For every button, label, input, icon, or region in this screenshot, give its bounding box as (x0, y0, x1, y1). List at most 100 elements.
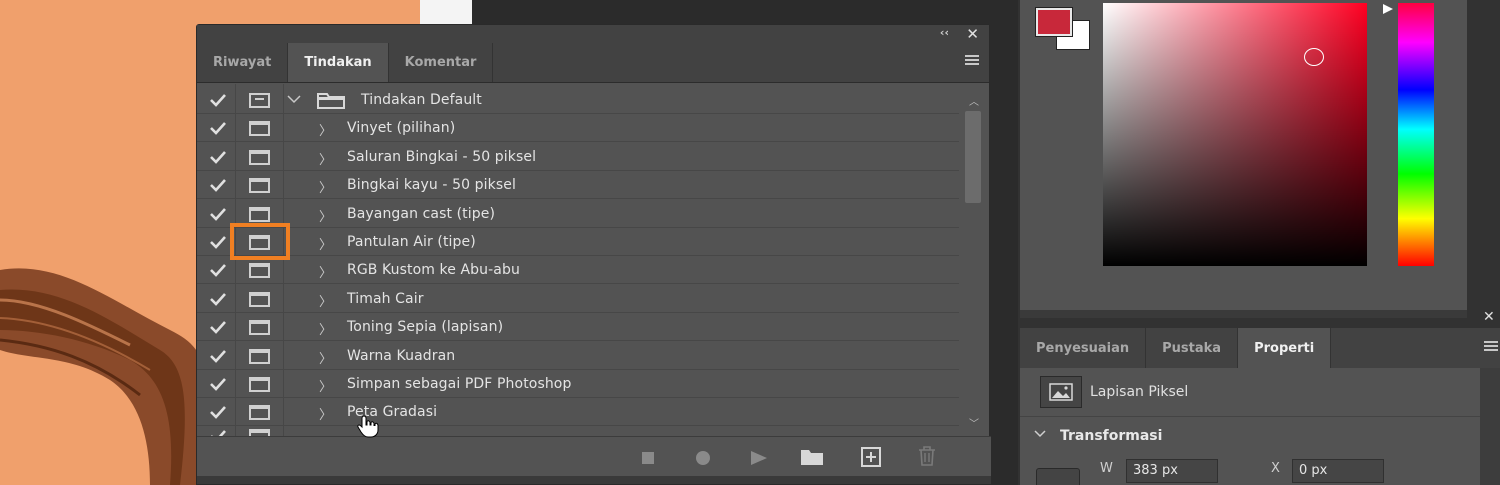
dialog-toggle-icon[interactable] (249, 263, 270, 279)
tab-penyesuaian[interactable]: Penyesuaian (1020, 328, 1147, 368)
chevron-down-icon[interactable] (287, 94, 301, 104)
panel-resize-grip[interactable] (197, 476, 991, 484)
scrollbar[interactable]: ︿ ﹀ (961, 87, 985, 437)
play-icon[interactable] (750, 450, 768, 466)
close-icon[interactable]: ✕ (966, 25, 979, 43)
action-row[interactable]: 〉 Toning Sepia (lapisan) (197, 313, 959, 342)
chevron-right-icon[interactable]: 〉 (319, 319, 332, 338)
stop-icon[interactable] (641, 451, 655, 465)
tab-pustaka[interactable]: Pustaka (1146, 328, 1239, 368)
scroll-thumb[interactable] (965, 111, 981, 203)
action-row[interactable]: 〉 Saluran Bingkai - 50 piksel (197, 143, 959, 171)
check-icon[interactable] (209, 148, 227, 166)
width-label: W (1100, 461, 1113, 476)
section-title[interactable]: Transformasi (1060, 428, 1162, 444)
foreground-color-swatch[interactable] (1036, 8, 1072, 36)
dialog-toggle-icon[interactable] (249, 93, 270, 108)
chevron-right-icon[interactable]: 〉 (319, 262, 332, 281)
panel-resize-grip[interactable] (1020, 310, 1467, 318)
color-picker-marker[interactable] (1304, 48, 1324, 66)
action-row[interactable]: 〉 RGB Kustom ke Abu-abu (197, 256, 959, 285)
new-set-folder-icon[interactable] (800, 448, 824, 466)
check-icon[interactable] (209, 290, 227, 308)
close-icon[interactable]: ✕ (1483, 309, 1495, 325)
panel-footer (197, 436, 991, 476)
chevron-right-icon[interactable]: 〉 (319, 120, 332, 139)
action-label: Saluran Bingkai - 50 piksel (347, 148, 537, 165)
action-row-partial[interactable] (197, 422, 959, 436)
chevron-right-icon[interactable]: 〉 (319, 404, 332, 423)
folder-icon (317, 93, 345, 109)
properties-tabs: Penyesuaian Pustaka Properti (1020, 328, 1500, 368)
dialog-toggle-icon[interactable] (249, 291, 270, 307)
action-row[interactable]: 〉 Pantulan Air (tipe) (197, 228, 959, 256)
action-row[interactable]: 〉 Timah Cair (197, 285, 959, 313)
check-icon[interactable] (209, 347, 227, 365)
actions-list: Tindakan Default 〉 Vinyet (pilihan) 〉 Salur… (197, 84, 991, 436)
record-icon[interactable] (695, 450, 711, 466)
check-icon[interactable] (209, 403, 227, 421)
check-icon[interactable] (209, 119, 227, 137)
action-set-row[interactable]: Tindakan Default (197, 86, 959, 114)
new-action-icon[interactable] (861, 447, 881, 467)
chevron-right-icon[interactable]: 〉 (319, 376, 332, 395)
check-icon[interactable] (209, 427, 227, 436)
layer-type-label: Lapisan Piksel (1090, 384, 1189, 400)
tab-riwayat[interactable]: Riwayat (197, 43, 289, 82)
chevron-right-icon[interactable]: 〉 (319, 291, 332, 310)
action-row[interactable]: 〉 Bingkai kayu - 50 piksel (197, 171, 959, 200)
tab-properti[interactable]: Properti (1238, 328, 1332, 368)
action-row[interactable]: 〉 Bayangan cast (tipe) (197, 200, 959, 228)
check-icon[interactable] (209, 318, 227, 336)
dialog-toggle-icon[interactable] (249, 178, 270, 194)
collapse-panel-icon[interactable]: ‹‹ (940, 26, 949, 39)
dialog-toggle-icon[interactable] (249, 206, 270, 222)
dialog-toggle-icon[interactable] (249, 149, 270, 165)
chevron-right-icon[interactable]: 〉 (319, 149, 332, 168)
action-label: Pantulan Air (tipe) (347, 234, 476, 250)
color-saturation-field[interactable] (1103, 3, 1367, 266)
dialog-toggle-icon[interactable] (249, 429, 270, 436)
hue-slider[interactable] (1398, 3, 1434, 266)
dialog-toggle-icon[interactable] (249, 377, 270, 392)
chevron-right-icon[interactable]: 〉 (319, 234, 332, 253)
link-dimensions-button[interactable] (1036, 468, 1080, 485)
hue-slider-marker[interactable] (1383, 4, 1393, 14)
chevron-right-icon[interactable]: 〉 (319, 177, 332, 196)
action-label: Toning Sepia (lapisan) (347, 319, 504, 336)
check-icon[interactable] (209, 91, 227, 109)
action-row[interactable]: 〉 Simpan sebagai PDF Photoshop (197, 370, 959, 398)
hand-cursor-icon (357, 415, 379, 438)
delete-icon[interactable] (918, 446, 936, 466)
dialog-toggle-icon[interactable] (249, 348, 270, 364)
highlight-box (230, 223, 290, 260)
divider (1020, 416, 1480, 417)
panel-menu-icon[interactable] (965, 55, 979, 67)
chevron-right-icon[interactable]: 〉 (319, 206, 332, 225)
dialog-toggle-icon[interactable] (249, 320, 270, 336)
scroll-down-icon[interactable]: ﹀ (969, 415, 979, 430)
check-icon[interactable] (209, 233, 227, 251)
tab-komentar[interactable]: Komentar (389, 43, 494, 82)
chevron-down-icon[interactable] (1034, 429, 1046, 439)
action-label: Timah Cair (347, 290, 424, 307)
panel-titlebar[interactable]: ‹‹ ✕ (197, 25, 989, 43)
action-row[interactable]: 〉 Vinyet (pilihan) (197, 114, 959, 143)
dialog-toggle-icon[interactable] (249, 405, 270, 421)
scroll-up-icon[interactable]: ︿ (969, 93, 979, 108)
width-field[interactable]: 383 px (1126, 459, 1218, 483)
chevron-right-icon[interactable]: 〉 (319, 348, 332, 367)
tab-tindakan[interactable]: Tindakan (288, 43, 389, 82)
actions-panel: ‹‹ ✕ Riwayat Tindakan Komentar Tindakan … (196, 24, 991, 485)
check-icon[interactable] (209, 205, 227, 223)
panel-edge (1467, 0, 1500, 310)
dialog-toggle-icon[interactable] (249, 121, 270, 137)
panel-menu-icon[interactable] (1484, 341, 1498, 353)
check-icon[interactable] (209, 261, 227, 279)
action-row[interactable]: 〉 Warna Kuadran (197, 342, 959, 370)
check-icon[interactable] (209, 375, 227, 393)
scrollbar[interactable] (1480, 368, 1500, 485)
x-field[interactable]: 0 px (1292, 459, 1384, 483)
panel-tabs: Riwayat Tindakan Komentar (197, 43, 989, 83)
check-icon[interactable] (209, 176, 227, 194)
